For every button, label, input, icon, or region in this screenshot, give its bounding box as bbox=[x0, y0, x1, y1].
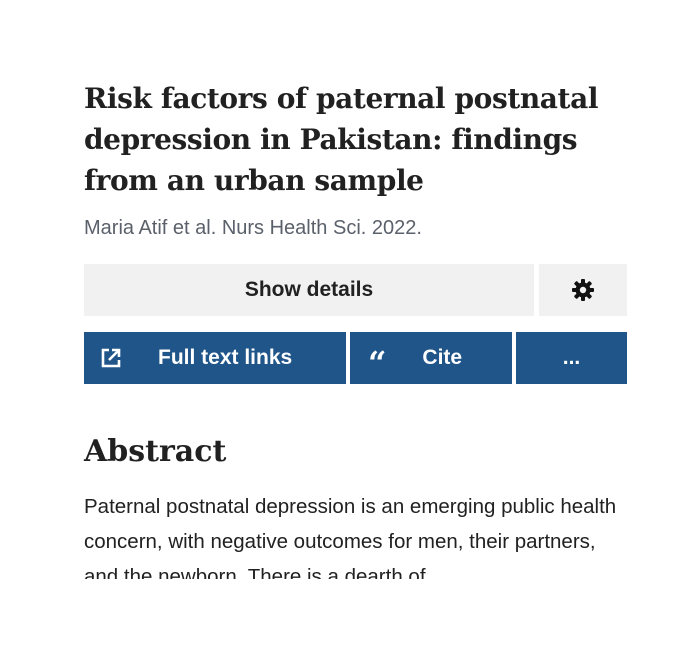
action-row: Full text links “ Cite ... bbox=[84, 332, 627, 384]
settings-button[interactable] bbox=[539, 264, 627, 316]
abstract-heading: Abstract bbox=[84, 434, 227, 469]
full-text-links-label: Full text links bbox=[158, 346, 293, 369]
article-title: Risk factors of paternal postnatal depre… bbox=[84, 82, 599, 197]
details-row: Show details bbox=[84, 264, 627, 316]
more-actions-button[interactable]: ... bbox=[516, 332, 627, 384]
abstract-body: Paternal postnatal depression is an emer… bbox=[84, 489, 627, 579]
article-citation: Maria Atif et al. Nurs Health Sci. 2022. bbox=[84, 217, 422, 239]
abstract-text: Paternal postnatal depression is an emer… bbox=[84, 495, 617, 579]
full-text-links-button[interactable]: Full text links bbox=[84, 332, 346, 384]
external-link-icon bbox=[100, 347, 122, 369]
gear-icon bbox=[572, 279, 594, 301]
article-page: Risk factors of paternal postnatal depre… bbox=[84, 78, 627, 579]
cite-button[interactable]: “ Cite bbox=[350, 332, 512, 384]
show-details-button[interactable]: Show details bbox=[84, 264, 534, 316]
quote-icon: “ bbox=[368, 344, 387, 382]
cite-label: Cite bbox=[422, 346, 463, 369]
